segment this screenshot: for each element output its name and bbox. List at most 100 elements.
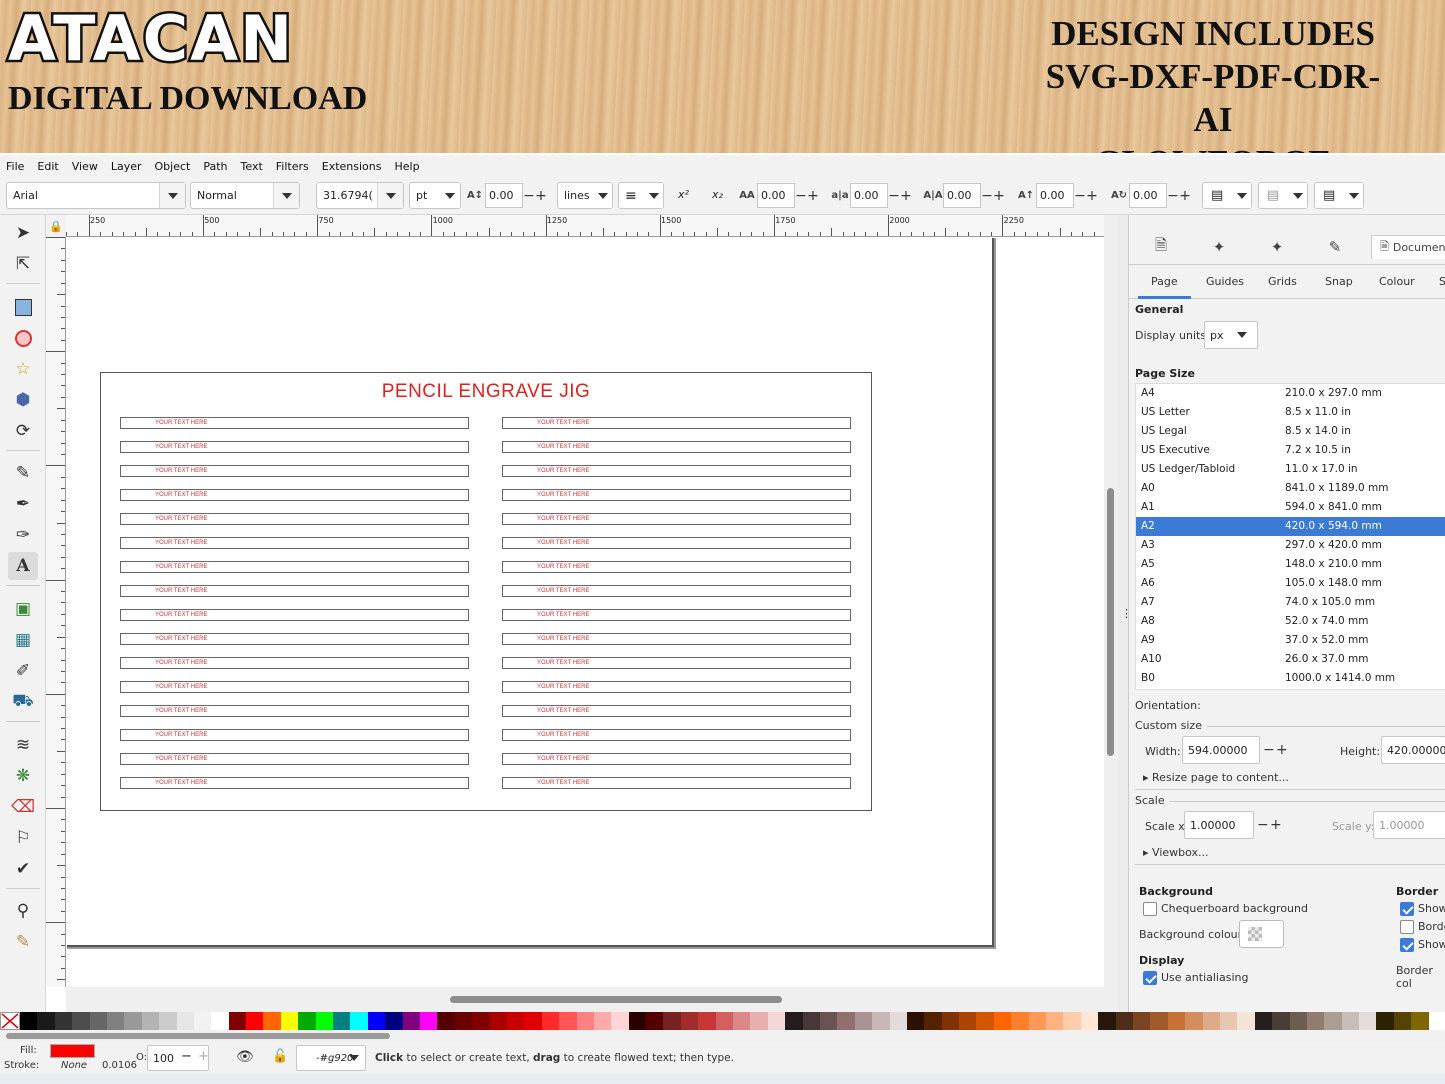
subscript-icon[interactable]: x₂ — [712, 188, 723, 201]
vertical-shift-value[interactable]: 0.00 — [1036, 183, 1074, 208]
jig-row[interactable]: YOUR TEXT HERE — [502, 585, 851, 597]
jig-row[interactable]: YOUR TEXT HERE — [120, 753, 469, 765]
minus-icon[interactable]: − — [181, 1049, 192, 1064]
selector-tool-icon[interactable]: ➤ — [8, 219, 38, 247]
colour-swatch[interactable] — [506, 1012, 525, 1030]
chevron-down-icon[interactable] — [1233, 183, 1251, 208]
pencil-tool-icon[interactable]: ✎ — [8, 459, 38, 487]
jig-row[interactable]: YOUR TEXT HERE — [502, 609, 851, 621]
viewbox-expander[interactable]: ▸ Viewbox... — [1143, 846, 1209, 859]
colour-swatch[interactable] — [489, 1012, 507, 1030]
chevron-down-icon[interactable] — [273, 183, 299, 208]
jig-row[interactable]: YOUR TEXT HERE — [120, 681, 469, 693]
pen-tool-icon[interactable]: ✒ — [8, 490, 38, 518]
node-tool-icon[interactable]: ⇱ — [8, 250, 38, 278]
ruler-tool-icon[interactable]: ✎ — [8, 928, 38, 956]
plus-icon[interactable]: + — [198, 1049, 209, 1064]
vertical-scrollbar[interactable] — [1104, 215, 1118, 987]
jig-row[interactable]: YOUR TEXT HERE — [120, 561, 469, 573]
jig-row[interactable]: YOUR TEXT HERE — [502, 417, 851, 429]
colour-swatch[interactable] — [993, 1012, 1012, 1030]
jig-row[interactable]: YOUR TEXT HERE — [502, 465, 851, 477]
page-size-list[interactable]: A4 210.0 x 297.0 mm US Letter 8.5 x 11.0 in… — [1135, 383, 1445, 690]
minus-icon[interactable]: − — [1263, 742, 1275, 758]
jig-row[interactable]: YOUR TEXT HERE — [120, 729, 469, 741]
chevron-down-icon[interactable] — [645, 183, 663, 208]
jig-row[interactable]: YOUR TEXT HERE — [502, 513, 851, 525]
colour-swatch[interactable] — [263, 1012, 281, 1030]
colour-swatch[interactable] — [1376, 1012, 1394, 1030]
colour-swatch[interactable] — [628, 1012, 647, 1030]
colour-swatch[interactable] — [611, 1012, 629, 1030]
new-document-icon[interactable]: 🗎 — [1147, 235, 1175, 259]
eraser-tool-icon[interactable]: ⌫ — [8, 793, 38, 821]
font-style-select[interactable]: Normal — [190, 182, 300, 209]
colour-swatch[interactable] — [924, 1012, 942, 1030]
bg-colour-button[interactable] — [1239, 920, 1284, 948]
colour-swatch[interactable] — [559, 1012, 577, 1030]
jig-row[interactable]: YOUR TEXT HERE — [120, 609, 469, 621]
jig-row[interactable]: YOUR TEXT HERE — [502, 681, 851, 693]
colour-swatch[interactable] — [37, 1012, 55, 1030]
plus-icon[interactable]: + — [1179, 188, 1191, 204]
page-size-row[interactable]: A6 105.0 x 148.0 mm — [1136, 574, 1445, 593]
colour-swatch[interactable] — [976, 1012, 994, 1030]
line-spacing-value[interactable]: 0.00 — [485, 183, 523, 208]
menu-help[interactable]: Help — [394, 160, 419, 173]
menu-view[interactable]: View — [72, 160, 98, 173]
jig-row[interactable]: YOUR TEXT HERE — [502, 729, 851, 741]
chevron-down-icon[interactable] — [159, 183, 185, 208]
menu-object[interactable]: Object — [155, 160, 191, 173]
tab-grids[interactable]: Grids — [1268, 275, 1297, 288]
colour-swatch[interactable] — [1115, 1012, 1133, 1030]
width-input[interactable]: 594.00000 — [1182, 736, 1260, 764]
jig-row[interactable]: YOUR TEXT HERE — [120, 441, 469, 453]
chevron-down-icon[interactable] — [1289, 183, 1307, 208]
minus-icon[interactable]: − — [1074, 188, 1086, 204]
minus-icon[interactable]: − — [523, 188, 535, 204]
colour-swatch[interactable] — [1028, 1012, 1047, 1030]
scale-x-input[interactable]: 1.00000 — [1184, 811, 1254, 839]
menu-layer[interactable]: Layer — [111, 160, 142, 173]
checkerboard-checkbox[interactable] — [1143, 902, 1157, 916]
colour-swatch[interactable] — [106, 1012, 125, 1030]
rectangle-tool-icon[interactable] — [8, 293, 38, 321]
colour-swatch[interactable] — [1167, 1012, 1186, 1030]
tweak-tool-icon[interactable]: ≋ — [8, 731, 38, 759]
jig-row[interactable]: YOUR TEXT HERE — [502, 561, 851, 573]
colour-swatch[interactable] — [228, 1012, 247, 1030]
page-size-row[interactable]: US Legal 8.5 x 14.0 in — [1136, 422, 1445, 441]
colour-swatch[interactable] — [1185, 1012, 1203, 1030]
jig-row[interactable]: YOUR TEXT HERE — [120, 633, 469, 645]
word-spacing-spinner[interactable]: a|a 0.00 − + — [830, 182, 912, 209]
kerning-value[interactable]: 0.00 — [943, 183, 981, 208]
jig-row[interactable]: YOUR TEXT HERE — [120, 657, 469, 669]
colour-swatch[interactable] — [750, 1012, 768, 1030]
tab-guides[interactable]: Guides — [1206, 275, 1244, 288]
jig-row[interactable]: YOUR TEXT HERE — [502, 777, 851, 789]
colour-swatch[interactable] — [802, 1012, 820, 1030]
minus-icon[interactable]: − — [1167, 188, 1179, 204]
page-size-row[interactable]: A10 26.0 x 37.0 mm — [1136, 650, 1445, 669]
minus-icon[interactable]: − — [981, 188, 993, 204]
chevron-down-icon[interactable] — [440, 183, 460, 208]
plus-icon[interactable]: + — [535, 188, 547, 204]
palette-scrollbar[interactable] — [0, 1030, 1445, 1042]
colour-swatch[interactable] — [1393, 1012, 1412, 1030]
unit-select[interactable]: pt — [409, 182, 461, 209]
paint-bucket-tool-icon[interactable]: ⛟ — [8, 688, 38, 716]
colour-swatch[interactable] — [141, 1012, 160, 1030]
colour-swatch[interactable] — [54, 1012, 73, 1030]
font-size-select[interactable]: 31.6794( — [316, 182, 404, 209]
page-size-row[interactable]: A8 52.0 x 74.0 mm — [1136, 612, 1445, 631]
colour-swatch[interactable] — [333, 1012, 351, 1030]
plus-icon[interactable]: + — [1276, 742, 1288, 758]
stroke-value[interactable]: None — [61, 1060, 87, 1071]
resize-to-content-expander[interactable]: ▸ Resize page to content... — [1143, 771, 1289, 784]
colour-swatch[interactable] — [1306, 1012, 1325, 1030]
show-border-checkbox[interactable] — [1400, 902, 1414, 916]
scroll-thumb[interactable] — [6, 1033, 390, 1039]
menu-text[interactable]: Text — [241, 160, 263, 173]
page-size-row[interactable]: A7 74.0 x 105.0 mm — [1136, 593, 1445, 612]
import-icon[interactable]: ✦ — [1263, 235, 1291, 259]
